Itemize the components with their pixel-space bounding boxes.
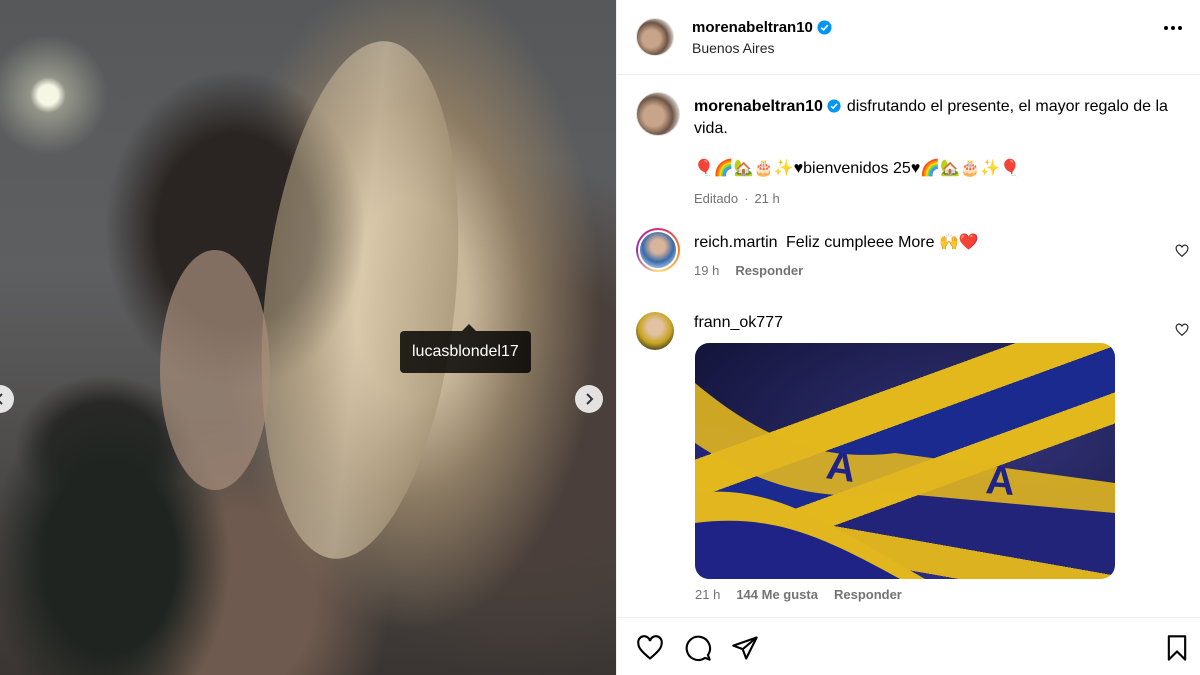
location-link[interactable]: Buenos Aires bbox=[692, 40, 832, 56]
post-actions-bar bbox=[617, 617, 1200, 675]
comment-text: Feliz cumpleee More 🙌❤️ bbox=[786, 234, 979, 251]
caption-time[interactable]: 21 h bbox=[754, 188, 779, 210]
more-options-icon[interactable] bbox=[1164, 26, 1182, 30]
avatar[interactable] bbox=[636, 312, 674, 350]
avatar[interactable] bbox=[636, 18, 674, 56]
avatar[interactable] bbox=[636, 92, 680, 136]
verified-icon bbox=[827, 99, 842, 114]
caption-username[interactable]: morenabeltran10 bbox=[694, 98, 823, 115]
svg-text:A: A bbox=[984, 458, 1016, 504]
user-tag[interactable]: lucasblondel17 bbox=[400, 324, 531, 373]
comment-icon[interactable] bbox=[684, 634, 712, 662]
comment-item: reich.martin Feliz cumpleee More 🙌❤️ 19 … bbox=[636, 228, 979, 282]
header-username[interactable]: morenabeltran10 bbox=[692, 19, 813, 36]
caption: morenabeltran10 disfrutando el presente,… bbox=[636, 92, 1174, 210]
reply-button[interactable]: Responder bbox=[735, 260, 803, 282]
stadium-flag-graphic: A A bbox=[695, 383, 1115, 579]
share-send-icon[interactable] bbox=[731, 634, 759, 662]
like-comment-heart-icon[interactable] bbox=[1175, 323, 1189, 337]
like-heart-icon[interactable] bbox=[636, 634, 664, 662]
likes-count[interactable]: 144 Me gusta bbox=[736, 587, 818, 602]
next-arrow-icon[interactable] bbox=[575, 385, 603, 413]
post-photo[interactable]: lucasblondel17 bbox=[0, 0, 616, 675]
verified-icon bbox=[817, 19, 832, 35]
post-header: morenabeltran10 Buenos Aires bbox=[617, 0, 1200, 75]
previous-arrow-icon[interactable] bbox=[0, 385, 14, 413]
photo-arm bbox=[160, 250, 270, 490]
save-bookmark-icon[interactable] bbox=[1163, 634, 1191, 662]
avatar[interactable] bbox=[636, 228, 680, 272]
comment-time[interactable]: 19 h bbox=[694, 260, 719, 282]
photo-hair bbox=[238, 31, 482, 569]
svg-text:A: A bbox=[824, 443, 859, 491]
comment-time[interactable]: 21 h bbox=[695, 587, 720, 602]
like-comment-heart-icon[interactable] bbox=[1175, 244, 1189, 258]
reply-button[interactable]: Responder bbox=[834, 587, 902, 602]
comment-gif-image[interactable]: A A bbox=[695, 343, 1115, 579]
caption-line2: 🎈🌈🏡🎂✨♥bienvenidos 25♥🌈🏡🎂✨🎈 bbox=[694, 160, 1020, 177]
edited-label: Editado bbox=[694, 191, 739, 206]
comment-username[interactable]: frann_ok777 bbox=[694, 314, 783, 331]
comment-username[interactable]: reich.martin bbox=[694, 234, 778, 251]
